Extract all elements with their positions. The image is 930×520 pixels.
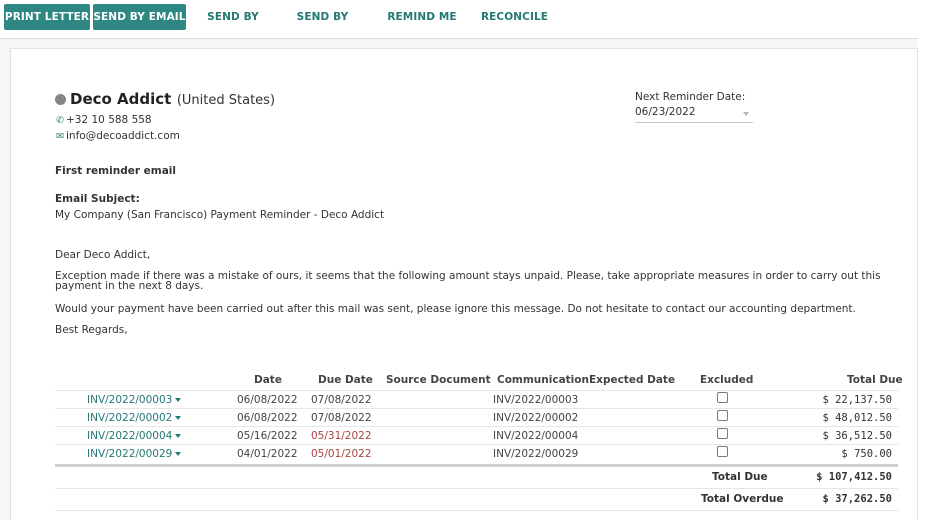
invoice-link[interactable]: INV/2022/00002 [87, 412, 182, 424]
invoice-link[interactable]: INV/2022/00004 [87, 430, 182, 442]
letter-paragraph-1: Exception made if there was a mistake of… [55, 270, 881, 292]
envelope-icon: ✉ [56, 131, 64, 142]
total-due-value: $ 107,412.50 [816, 471, 892, 483]
invoice-total: $ 36,512.50 [822, 430, 892, 442]
table-row: INV/2022/00002 06/08/2022 07/08/2022 INV… [55, 408, 898, 426]
send-by-email-button[interactable]: SEND BY EMAIL [93, 4, 186, 30]
table-row: INV/2022/00029 04/01/2022 05/01/2022 INV… [55, 444, 898, 462]
invoice-total: $ 22,137.50 [822, 394, 892, 406]
excluded-checkbox[interactable] [717, 428, 728, 439]
invoice-link[interactable]: INV/2022/00029 [87, 448, 182, 460]
send-by-post-button[interactable]: SEND BY POST [190, 4, 276, 49]
total-overdue-row: Total Overdue $ 37,262.50 [55, 489, 898, 511]
col-header-source-document[interactable]: Source Document [386, 374, 491, 386]
invoice-due-date-overdue: 05/31/2022 [311, 430, 372, 442]
caret-down-icon [175, 452, 182, 456]
letter-greeting: Dear Deco Addict, [55, 249, 151, 261]
invoice-total: $ 750.00 [841, 448, 892, 460]
invoice-number: INV/2022/00029 [87, 448, 173, 460]
control-panel-toolbar: PRINT LETTER SEND BY EMAIL SEND BY POST … [0, 0, 930, 49]
invoice-date: 06/08/2022 [237, 412, 298, 424]
partner-email-text: info@decoaddict.com [66, 130, 180, 142]
letter-paragraph-2: Would your payment have been carried out… [55, 303, 856, 315]
col-header-communication[interactable]: Communication [497, 374, 589, 386]
invoice-due-date: 07/08/2022 [311, 394, 372, 406]
invoice-link[interactable]: INV/2022/00003 [87, 394, 182, 406]
col-header-date[interactable]: Date [254, 374, 282, 386]
partner-country: (United States) [176, 93, 276, 108]
partner-phone[interactable]: ✆ +32 10 588 558 [56, 114, 152, 126]
invoice-due-date: 07/08/2022 [311, 412, 372, 424]
letter-closing: Best Regards, [55, 324, 128, 336]
status-dot-icon [55, 94, 66, 105]
invoice-communication: INV/2022/00029 [493, 448, 579, 460]
invoice-number: INV/2022/00004 [87, 430, 173, 442]
invoice-number: INV/2022/00003 [87, 394, 173, 406]
next-reminder-label: Next Reminder Date: [635, 91, 746, 103]
total-overdue-label: Total Overdue [701, 493, 784, 505]
caret-down-icon [175, 434, 182, 438]
email-subject-label: Email Subject: [55, 193, 140, 205]
excluded-checkbox[interactable] [717, 410, 728, 421]
total-due-row: Total Due $ 107,412.50 [55, 467, 898, 489]
caret-down-icon [175, 398, 182, 402]
chevron-down-icon [743, 112, 749, 116]
excluded-checkbox[interactable] [717, 446, 728, 457]
invoice-communication: INV/2022/00004 [493, 430, 579, 442]
table-row: INV/2022/00004 05/16/2022 05/31/2022 INV… [55, 426, 898, 444]
invoice-communication: INV/2022/00003 [493, 394, 579, 406]
excluded-checkbox[interactable] [717, 392, 728, 403]
send-by-sms-button[interactable]: SEND BY SMS [282, 4, 363, 49]
caret-down-icon [175, 416, 182, 420]
total-overdue-value: $ 37,262.50 [822, 493, 892, 505]
total-due-label: Total Due [712, 471, 768, 483]
next-reminder-date-input[interactable]: 06/23/2022 [635, 106, 753, 123]
col-header-expected-date[interactable]: Expected Date [589, 374, 675, 386]
next-reminder-date-value: 06/23/2022 [635, 106, 696, 118]
partner-email[interactable]: ✉ info@decoaddict.com [56, 130, 180, 142]
reminder-level: First reminder email [55, 165, 177, 177]
invoice-communication: INV/2022/00002 [493, 412, 579, 424]
partner-name[interactable]: Deco Addict [70, 90, 171, 108]
reconcile-button[interactable]: RECONCILE [480, 4, 549, 30]
table-row: INV/2022/00003 06/08/2022 07/08/2022 INV… [55, 390, 898, 408]
email-subject: My Company (San Francisco) Payment Remin… [55, 209, 385, 221]
invoice-date: 06/08/2022 [237, 394, 298, 406]
col-header-due-date[interactable]: Due Date [318, 374, 373, 386]
invoice-date: 05/16/2022 [237, 430, 298, 442]
invoice-due-date-overdue: 05/01/2022 [311, 448, 372, 460]
col-header-excluded[interactable]: Excluded [700, 374, 753, 386]
invoice-date: 04/01/2022 [237, 448, 298, 460]
col-header-total-due[interactable]: Total Due [847, 374, 903, 386]
partner-header: Deco Addict (United States) [55, 90, 275, 110]
print-letter-button[interactable]: PRINT LETTER [4, 4, 90, 30]
invoice-number: INV/2022/00002 [87, 412, 173, 424]
invoice-total: $ 48,012.50 [822, 412, 892, 424]
phone-icon: ✆ [56, 115, 64, 126]
partner-phone-text: +32 10 588 558 [66, 114, 152, 126]
remind-me-later-button[interactable]: REMIND ME LATER [369, 4, 475, 49]
